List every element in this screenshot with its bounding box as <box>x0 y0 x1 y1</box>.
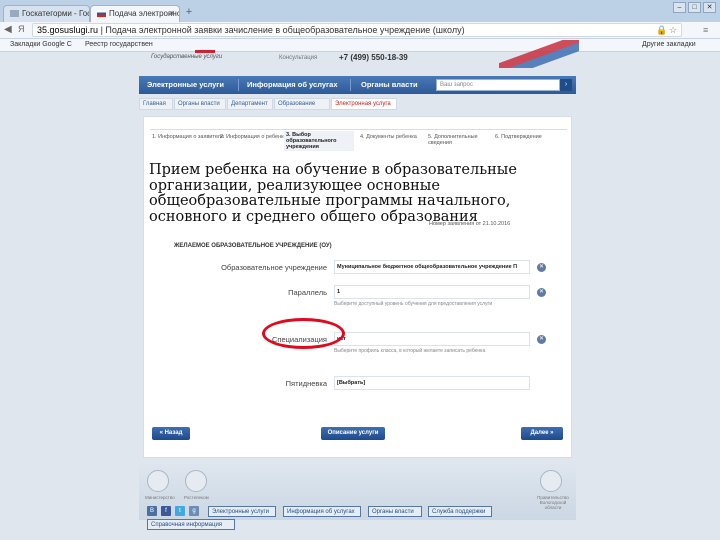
window-controls: – □ ✕ <box>671 2 716 13</box>
region-caption: Правительство Вологодской области <box>537 495 569 510</box>
contact-label: Консультация <box>279 55 318 61</box>
nav-divider <box>350 79 351 91</box>
next-button[interactable]: Далее » <box>521 427 563 440</box>
main-nav: Электронные услуги Информация об услугах… <box>139 76 576 94</box>
breadcrumb: Главная Органы власти Департамент Образо… <box>139 98 576 110</box>
address-bar[interactable]: 35.gosuslugi.ru | Подача электронной зая… <box>32 23 682 37</box>
clear-icon[interactable]: ✕ <box>537 288 546 297</box>
footer-link[interactable]: Служба поддержки <box>428 506 492 517</box>
nav-divider <box>238 79 239 91</box>
nav-item-info[interactable]: Информация об услугах <box>247 80 338 89</box>
site-tagline: Государственные услуги <box>151 54 223 60</box>
close-window-icon[interactable]: ✕ <box>703 2 716 13</box>
close-icon[interactable]: ✕ <box>168 9 175 18</box>
breadcrumb-item[interactable]: Органы власти <box>174 98 226 110</box>
browser-tab-bar: Госкатегорми - Госу Подача электронной з… <box>0 0 720 22</box>
page: Государственные услуги Консультация +7 (… <box>139 40 579 460</box>
form-panel: 1. Информация о заявителе 2. Информация … <box>143 116 572 458</box>
nav-item-authorities[interactable]: Органы власти <box>361 80 418 89</box>
lock-icon: 🔒 <box>656 25 668 35</box>
new-tab-button[interactable]: + <box>181 6 197 19</box>
clear-icon[interactable]: ✕ <box>537 263 546 272</box>
bookmarks-bar: Закладки Google С Реестр государствен Др… <box>0 39 720 52</box>
footer-link[interactable]: Электронные услуги <box>208 506 276 517</box>
wizard-step[interactable]: 5. Дополнительные сведения <box>428 134 490 146</box>
school-select[interactable]: Муниципальное бюджетное общеобразователь… <box>334 260 530 274</box>
menu-icon[interactable]: ≡ <box>703 25 708 35</box>
clear-icon[interactable]: ✕ <box>537 335 546 344</box>
highlight-ellipse <box>262 318 345 349</box>
back-button[interactable]: « Назад <box>152 427 190 440</box>
facebook-icon[interactable]: f <box>161 506 171 516</box>
application-number: Номер заявления от 21.10.2016 <box>429 221 511 227</box>
back-arrow-icon[interactable]: ◀ <box>4 24 12 35</box>
wizard-step[interactable]: 6. Подтверждение <box>495 134 542 140</box>
partner-caption: Ростелеком <box>184 495 209 500</box>
nav-item-services[interactable]: Электронные услуги <box>147 80 224 89</box>
breadcrumb-item[interactable]: Образование <box>274 98 330 110</box>
field-hint: Выберите доступный уровень обучения для … <box>334 301 493 307</box>
tab-title: Госкатегорми - Госу <box>22 9 90 18</box>
minimize-icon[interactable]: – <box>673 2 686 13</box>
logo-bar <box>195 50 215 53</box>
other-bookmarks[interactable]: Другие закладки <box>642 41 696 48</box>
grade-select[interactable]: 1 <box>334 285 530 299</box>
search-input[interactable]: Ваш запрос <box>436 79 560 91</box>
breadcrumb-item[interactable]: Департамент <box>227 98 273 110</box>
google-icon[interactable]: g <box>189 506 199 516</box>
browser-tab-1[interactable]: Госкатегорми - Госу <box>3 5 90 22</box>
maximize-icon[interactable]: □ <box>688 2 701 13</box>
field-label: Параллель <box>288 288 327 297</box>
service-description-button[interactable]: Описание услуги <box>321 427 385 440</box>
footer-link[interactable]: Органы власти <box>368 506 422 517</box>
star-icon[interactable]: ☆ <box>669 25 677 36</box>
twitter-icon[interactable]: t <box>175 506 185 516</box>
emblem-caption: Министерство <box>145 495 175 500</box>
url-page-title: Подача электронной заявки зачисление в о… <box>105 25 465 35</box>
footer-link[interactable]: Справочная информация <box>147 519 235 530</box>
partner-logo-icon <box>185 470 207 492</box>
region-emblem-icon <box>540 470 562 492</box>
section-title: ЖЕЛАЕМОЕ ОБРАЗОВАТЕЛЬНОЕ УЧРЕЖДЕНИЕ (ОУ) <box>174 243 332 249</box>
page-title: Прием ребенка на обучение в образователь… <box>149 162 517 225</box>
wizard-step[interactable]: 1. Информация о заявителе <box>152 134 224 140</box>
wizard-step-current: 3. Выбор образовательного учреждения <box>284 131 354 151</box>
field-label: Образовательное учреждение <box>221 263 327 272</box>
page-icon <box>10 10 19 17</box>
five-day-select[interactable]: [Выбрать] <box>334 376 530 390</box>
breadcrumb-current: Электронная услуга <box>331 98 397 110</box>
flag-ribbon-decoration <box>499 40 579 68</box>
yandex-icon[interactable]: Я <box>18 24 25 34</box>
wizard-step[interactable]: 4. Документы ребенка <box>360 134 422 140</box>
breadcrumb-item[interactable]: Главная <box>139 98 173 110</box>
bookmark-item[interactable]: Реестр государствен <box>85 41 153 48</box>
phone-number: +7 (499) 550-18-39 <box>339 53 408 62</box>
field-label: Пятидневка <box>285 379 327 388</box>
flag-icon <box>97 10 106 17</box>
footer-link[interactable]: Информация об услугах <box>283 506 361 517</box>
emblem-icon <box>147 470 169 492</box>
wizard-steps: 1. Информация о заявителе 2. Информация … <box>150 129 567 151</box>
vk-icon[interactable]: В <box>147 506 157 516</box>
wizard-step[interactable]: 2. Информация о ребенке <box>220 134 287 140</box>
search-icon[interactable]: › <box>560 79 572 91</box>
bookmark-item[interactable]: Закладки Google С <box>10 41 72 48</box>
specialization-select[interactable]: нет <box>334 332 530 346</box>
field-hint: Выберите профиль класса, в который желае… <box>334 348 486 354</box>
browser-tab-2[interactable]: Подача электронной з ✕ <box>90 5 180 22</box>
url-host: 35.gosuslugi.ru <box>37 25 99 35</box>
browser-toolbar: ◀ Я 35.gosuslugi.ru | Подача электронной… <box>0 22 720 39</box>
